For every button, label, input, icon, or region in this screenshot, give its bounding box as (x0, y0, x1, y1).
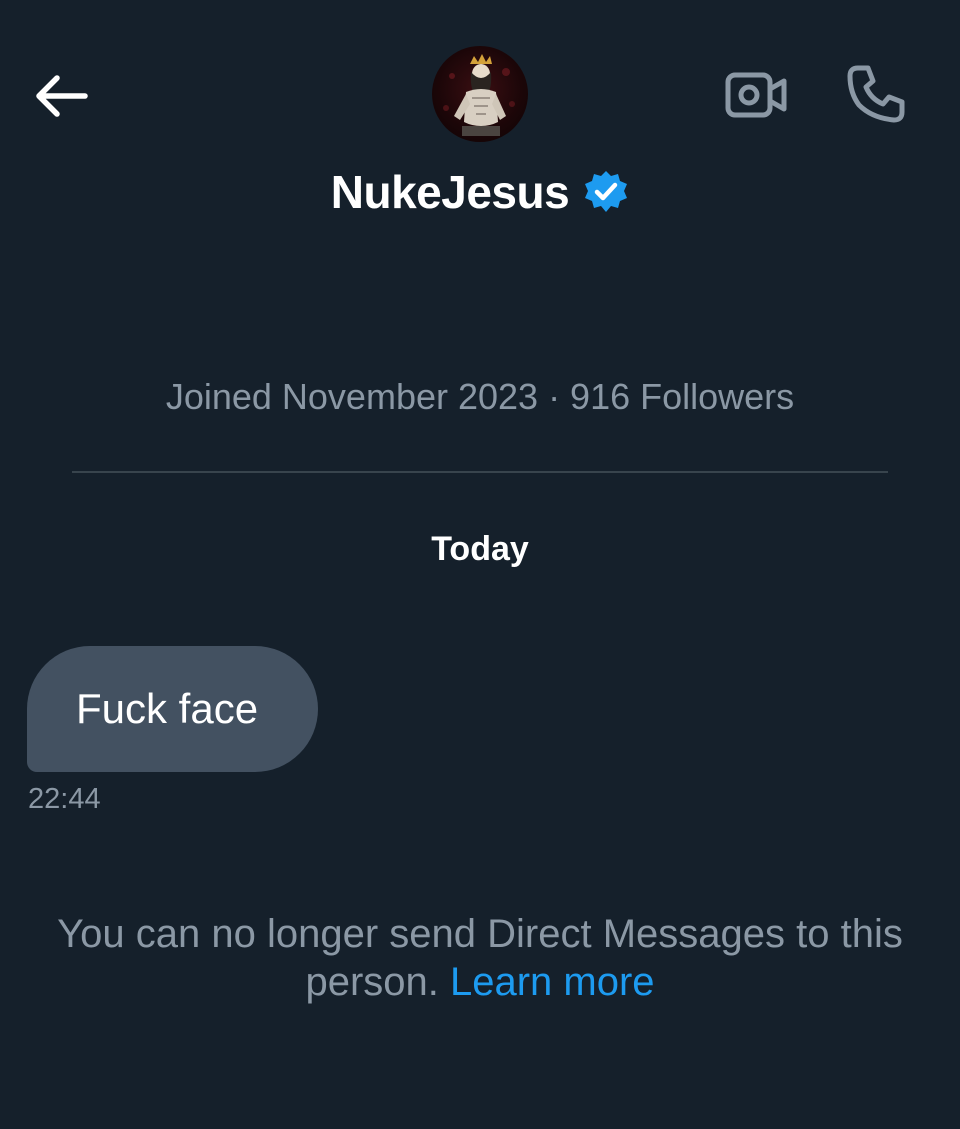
phone-icon (847, 65, 905, 123)
notice-text-line2: person. (305, 960, 450, 1004)
video-camera-icon (725, 72, 787, 118)
message-text: Fuck face (76, 685, 259, 732)
voice-call-button[interactable] (842, 60, 910, 128)
message-timestamp: 22:44 (28, 783, 101, 815)
arrow-left-icon (36, 75, 88, 117)
dm-restriction-notice: You can no longer send Direct Messages t… (0, 910, 960, 1006)
day-separator: Today (431, 530, 529, 568)
learn-more-link[interactable]: Learn more (450, 960, 655, 1004)
avatar-image (443, 54, 515, 136)
avatar[interactable] (432, 46, 528, 142)
contact-name-row[interactable]: NukeJesus (0, 162, 960, 222)
notice-text-line1: You can no longer send Direct Messages t… (57, 912, 903, 956)
conversation-header: NukeJesus (0, 0, 960, 250)
profile-info: Joined November 2023 · 916 Followers (165, 376, 795, 417)
message-bubble[interactable]: Fuck face (27, 646, 318, 772)
back-button[interactable] (28, 66, 92, 126)
display-name: NukeJesus (330, 166, 570, 218)
divider (72, 471, 888, 473)
video-call-button[interactable] (722, 66, 790, 124)
verified-badge-icon (583, 169, 629, 215)
